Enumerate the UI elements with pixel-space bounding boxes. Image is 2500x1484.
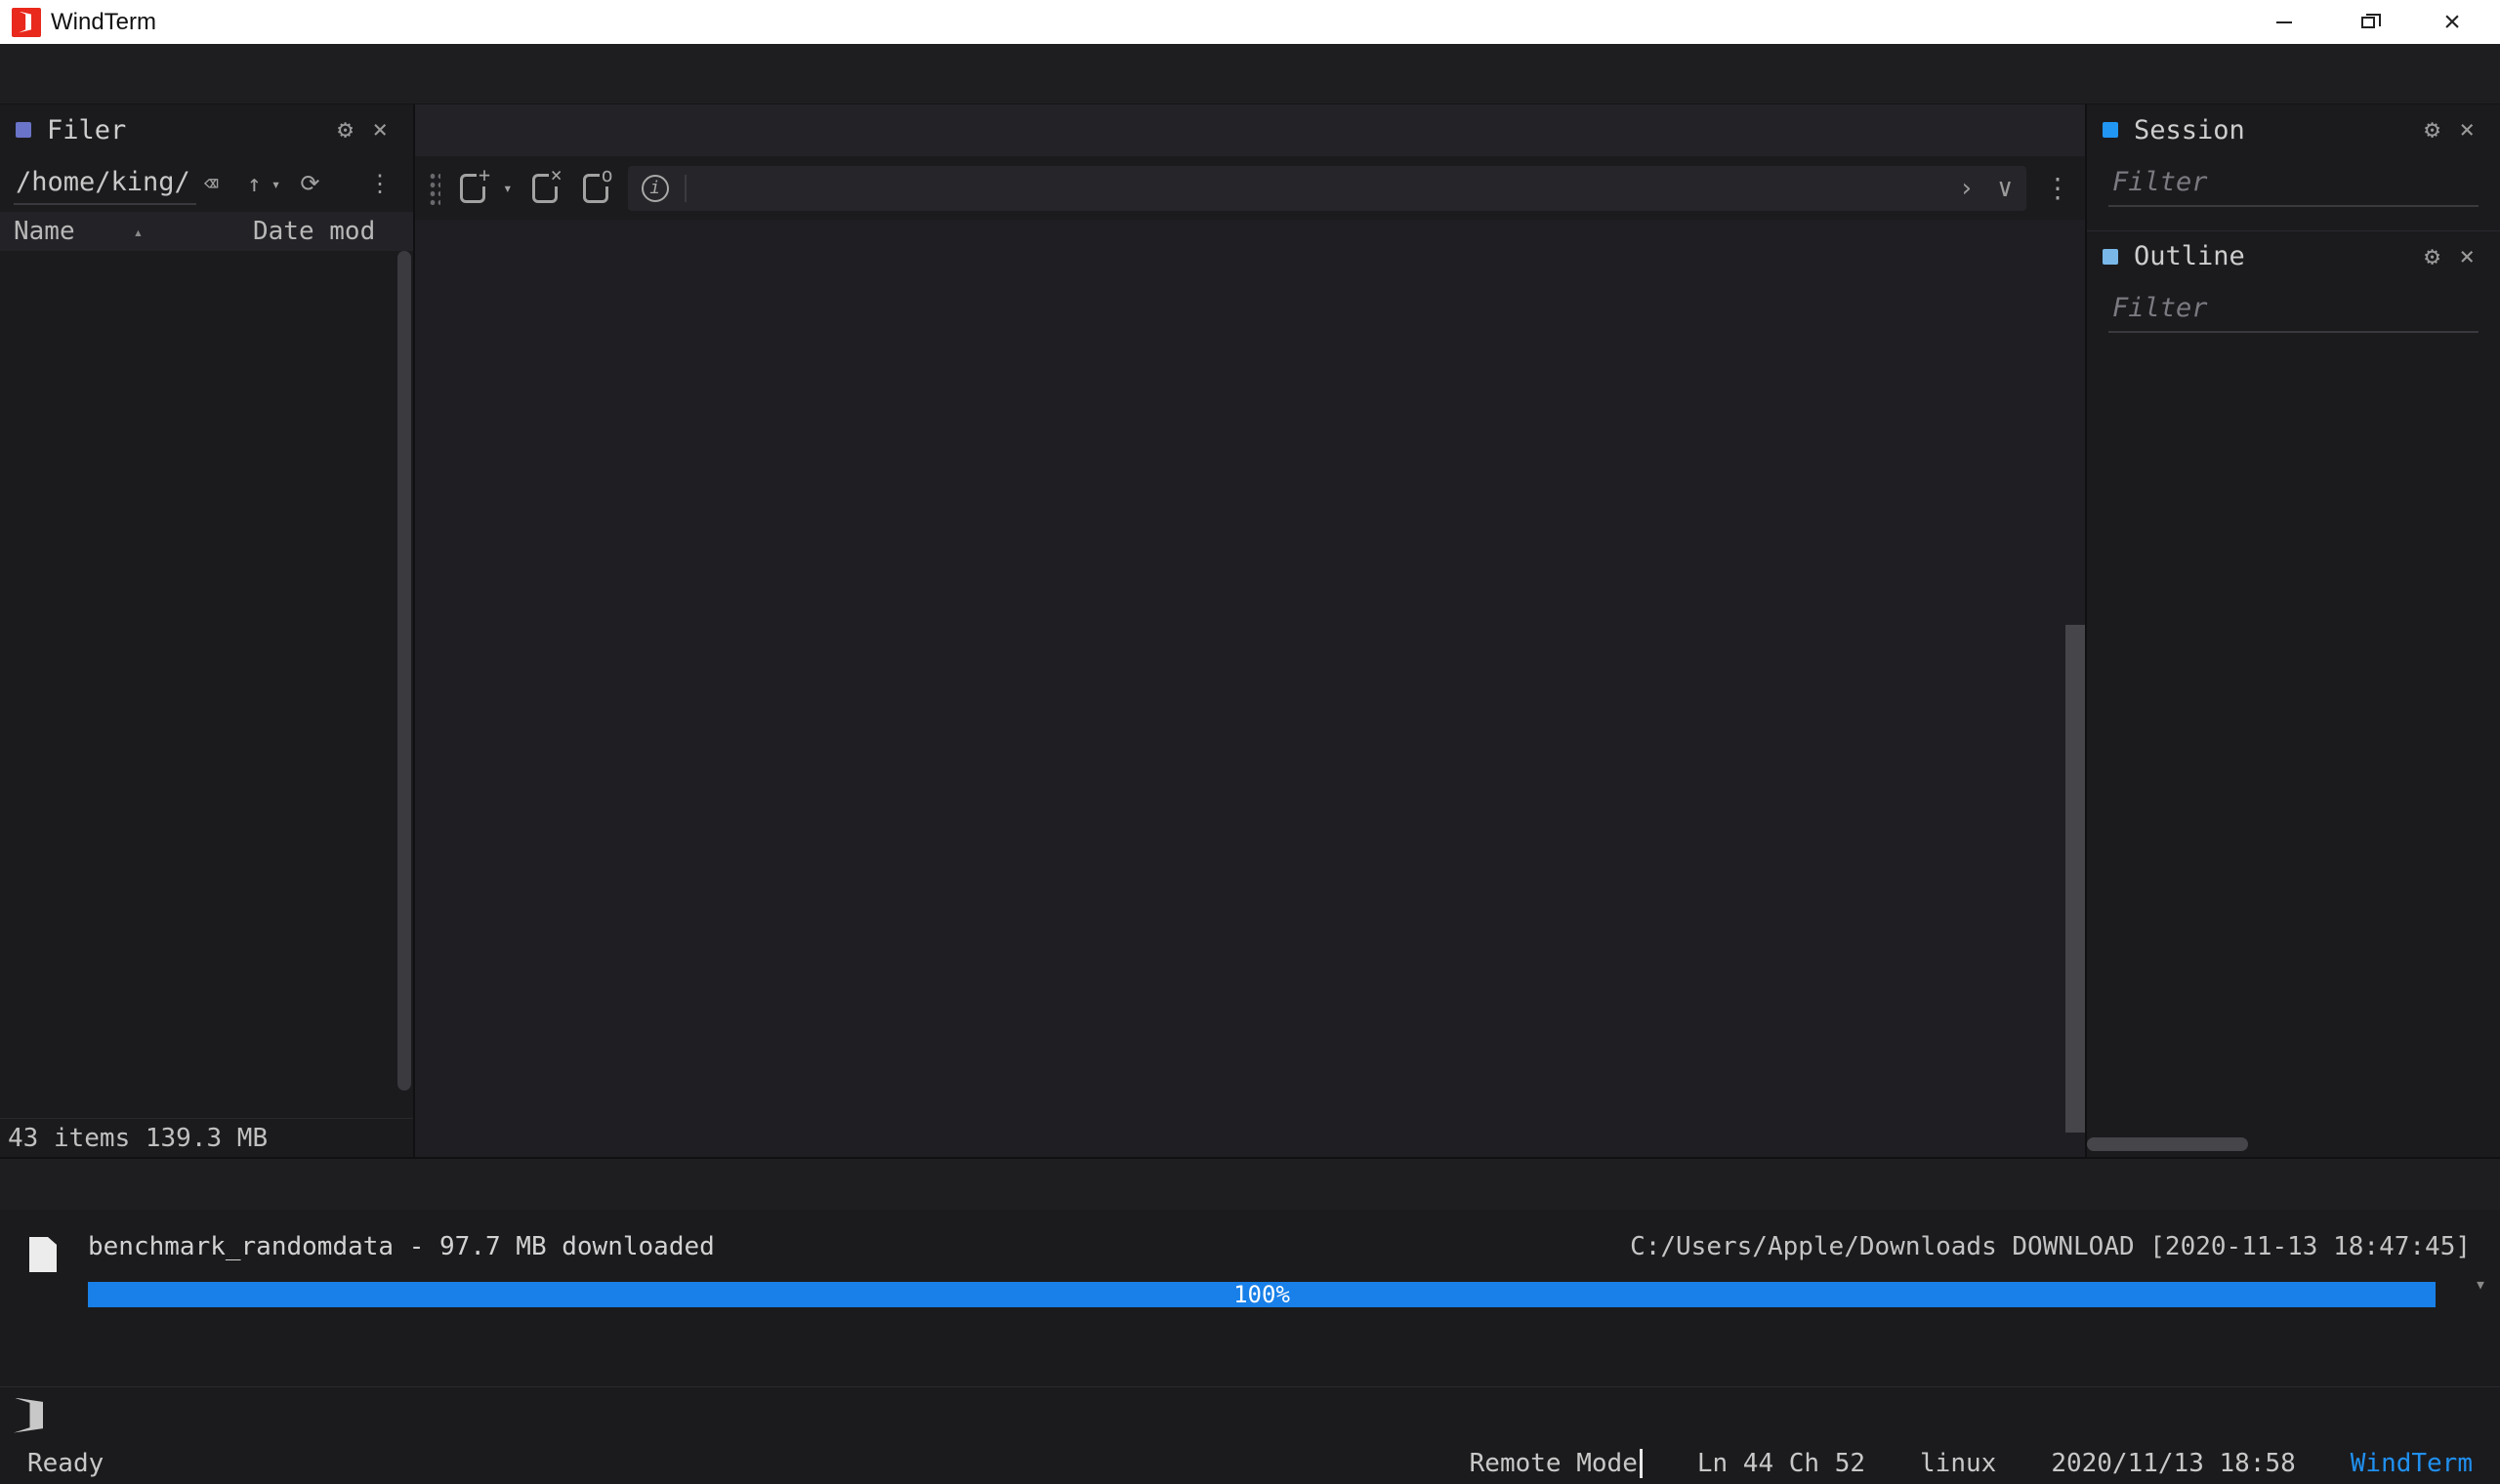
sidebar-horizontal-scrollbar[interactable] [2087,1137,2248,1151]
new-session-icon[interactable] [460,174,485,203]
drag-handle[interactable] [429,172,440,205]
terminal-scrollbar[interactable] [2065,625,2085,1133]
filer-panel-title: Filer [47,115,126,145]
close-button[interactable]: × [2430,6,2475,39]
outline-filter-input[interactable]: Filter [2108,287,2479,333]
windterm-logo-icon [12,8,41,37]
maximize-icon [2361,17,2375,28]
status-bar: Ready Remote Mode Ln 44 Ch 52 linux 2020… [0,1443,2500,1484]
new-window-icon[interactable] [583,174,608,203]
filer-column-headers: Name ▴ Date mod [0,212,413,251]
outline-close-icon[interactable]: × [2449,242,2484,271]
breadcrumb-forward-icon[interactable]: › [1959,174,1975,203]
transfer-caret-icon[interactable]: ▾ [2475,1272,2486,1296]
session-settings-icon[interactable]: ⚙ [2415,115,2450,144]
terminal-area: ▾ i › ∨ ⋮ [415,104,2085,1157]
title-bar: WindTerm × [0,0,2500,44]
transfer-file-label: benchmark_randomdata - 97.7 MB downloade… [88,1232,715,1261]
window-title: WindTerm [51,9,156,36]
terminal-more-icon[interactable]: ⋮ [2040,172,2075,204]
status-brand: WindTerm [2351,1449,2473,1478]
transfer-panel: benchmark_randomdata - 97.7 MB downloade… [0,1157,2500,1386]
terminal-toolbar: ▾ i › ∨ ⋮ [415,156,2085,220]
refresh-icon[interactable]: ⟳ [292,170,327,197]
session-panel-icon [2103,122,2118,138]
text-caret [1640,1449,1643,1478]
windterm-window: WindTerm × Filer ⚙ × /home/king/ ⌫ ↑ ▾ ⟳ [0,0,2500,1484]
breadcrumb[interactable]: i › ∨ [628,166,2026,211]
outline-panel-icon [2103,249,2118,265]
status-os[interactable]: linux [1920,1449,1996,1478]
filer-more-icon[interactable]: ⋮ [360,170,399,197]
session-filter-input[interactable]: Filter [2108,161,2479,207]
status-datetime: 2020/11/13 18:58 [2051,1449,2295,1478]
sort-asc-icon: ▴ [134,223,144,241]
status-position[interactable]: Ln 44 Ch 52 [1697,1449,1865,1478]
breadcrumb-down-icon[interactable]: ∨ [1997,174,2013,203]
file-list [0,251,413,1118]
windterm-door-icon [14,1398,43,1433]
quick-command-toolbar [0,1386,2500,1443]
filer-status: 43 items 139.3 MB [0,1118,413,1157]
status-ready: Ready [27,1449,104,1478]
outline-panel-title: Outline [2134,241,2245,271]
column-header-date[interactable]: Date mod [253,217,375,246]
filer-settings-icon[interactable]: ⚙ [328,115,363,144]
up-directory-caret-icon[interactable]: ▾ [270,175,283,193]
file-icon [29,1237,57,1272]
filer-path-input[interactable]: /home/king/ [14,163,196,205]
maximize-button[interactable] [2346,6,2391,39]
minimize-button[interactable] [2262,6,2307,39]
transfer-progress-bar: 100% [88,1282,2436,1307]
terminal-screen[interactable] [415,220,2085,1157]
column-header-name[interactable]: Name ▴ [14,217,253,246]
filer-panel: Filer ⚙ × /home/king/ ⌫ ↑ ▾ ⟳ ⋮ Name ▴ D… [0,104,415,1157]
new-session-caret-icon[interactable]: ▾ [503,179,513,197]
outline-settings-icon[interactable]: ⚙ [2415,242,2450,271]
minimize-icon [2276,21,2292,23]
session-panel-title: Session [2134,115,2245,145]
transfer-destination: C:/Users/Apple/Downloads DOWNLOAD [2020-… [1630,1232,2471,1261]
close-session-icon[interactable] [532,174,558,203]
menu-bar [0,44,2500,104]
divider [685,175,687,202]
filer-scrollbar[interactable] [397,251,411,1091]
transfer-progress-percent: 100% [88,1282,2436,1307]
session-close-icon[interactable]: × [2449,115,2484,144]
right-sidebar: Session ⚙ × Filter Outline ⚙ × Filter [2085,104,2500,1157]
session-tab-bar [415,104,2085,156]
clear-path-icon[interactable]: ⌫ [196,170,226,197]
up-directory-icon[interactable]: ↑ [239,170,269,197]
transfer-tab-bar [0,1159,2500,1210]
info-icon[interactable]: i [642,175,669,202]
filer-close-icon[interactable]: × [362,115,397,144]
filer-panel-icon [16,122,31,138]
status-mode[interactable]: Remote Mode [1470,1449,1643,1479]
